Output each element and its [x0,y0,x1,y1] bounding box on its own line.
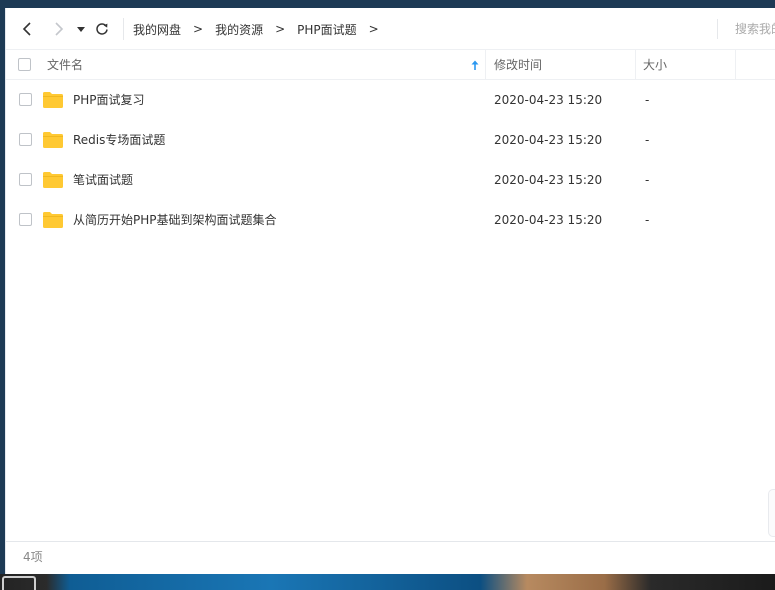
table-row[interactable]: 笔试面试题 2020-04-23 15:20 - [6,160,775,200]
forward-icon [55,22,64,36]
column-size-header[interactable]: 大小 [643,50,667,80]
breadcrumb-item-my-resources[interactable]: 我的资源 [215,21,263,38]
file-size: - [645,173,650,187]
file-size: - [645,93,650,107]
file-manager-window: 我的网盘 > 我的资源 > PHP面试题 > 文件名 修改时间 大小 [5,8,775,574]
file-name[interactable]: 从简历开始PHP基础到架构面试题集合 [73,200,277,240]
folder-icon [43,132,63,148]
column-name-header[interactable]: 文件名 [47,50,83,80]
side-panel-handle[interactable] [768,489,775,537]
back-button[interactable] [18,19,38,39]
table-row[interactable]: 从简历开始PHP基础到架构面试题集合 2020-04-23 15:20 - [6,200,775,240]
wallpaper-decoration [2,576,36,590]
toolbar: 我的网盘 > 我的资源 > PHP面试题 > [6,8,775,50]
row-checkbox[interactable] [19,133,32,146]
search-input[interactable] [735,22,775,36]
column-divider[interactable] [485,50,486,80]
file-modified: 2020-04-23 15:20 [494,213,603,227]
file-modified: 2020-04-23 15:20 [494,93,603,107]
row-checkbox[interactable] [19,173,32,186]
file-name[interactable]: 笔试面试题 [73,160,133,200]
row-checkbox[interactable] [19,93,32,106]
folder-icon [43,172,63,188]
breadcrumb-separator: > [275,22,286,36]
folder-icon [43,92,63,108]
breadcrumb-item-php-questions[interactable]: PHP面试题 [297,21,357,38]
breadcrumb: 我的网盘 > 我的资源 > PHP面试题 > [123,18,391,40]
desktop-wallpaper [0,574,775,590]
select-all-checkbox[interactable] [18,58,31,71]
forward-button[interactable] [48,19,68,39]
refresh-icon [96,23,108,35]
column-header: 文件名 修改时间 大小 [6,50,775,80]
refresh-button[interactable] [92,19,112,39]
history-dropdown-button[interactable] [74,19,88,39]
file-list: PHP面试复习 2020-04-23 15:20 - Redis专场面试题 20… [6,80,775,240]
file-size: - [645,133,650,147]
column-divider[interactable] [735,50,736,80]
dropdown-icon [77,27,85,32]
breadcrumb-separator[interactable]: > [369,22,379,36]
column-modified-header[interactable]: 修改时间 [494,50,542,80]
row-checkbox[interactable] [19,213,32,226]
breadcrumb-item-my-netdisk[interactable]: 我的网盘 [133,21,181,38]
back-icon [22,22,31,36]
sort-asc-icon[interactable] [470,59,480,71]
search-box [717,19,775,39]
table-row[interactable]: PHP面试复习 2020-04-23 15:20 - [6,80,775,120]
file-size: - [645,213,650,227]
file-name[interactable]: PHP面试复习 [73,80,145,120]
item-count: 4项 [23,550,43,564]
folder-icon [43,212,63,228]
status-bar: 4项 [6,541,775,574]
breadcrumb-separator: > [193,22,204,36]
table-row[interactable]: Redis专场面试题 2020-04-23 15:20 - [6,120,775,160]
file-modified: 2020-04-23 15:20 [494,133,603,147]
column-divider[interactable] [635,50,636,80]
file-modified: 2020-04-23 15:20 [494,173,603,187]
file-name[interactable]: Redis专场面试题 [73,120,165,160]
